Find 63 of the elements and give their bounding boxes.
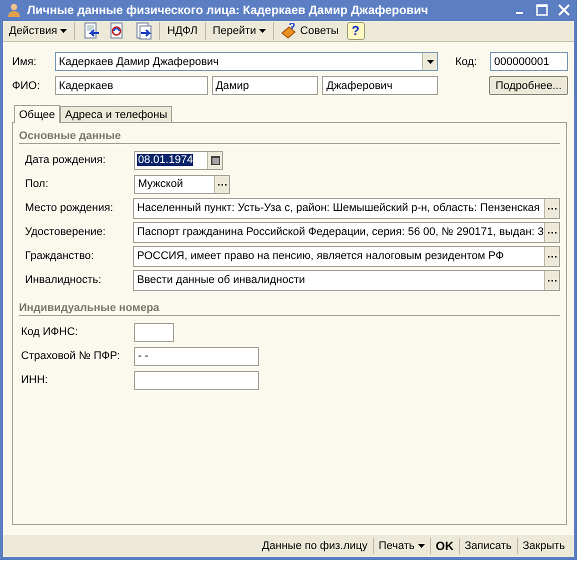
- section-header: Индивидуальные номера: [19, 300, 560, 316]
- tab[interactable]: Адреса и телефоны: [60, 106, 172, 122]
- ellipsis-button[interactable]: [214, 176, 229, 192]
- menu-button[interactable]: Перейти: [210, 22, 270, 39]
- person-icon: [6, 2, 22, 18]
- field-label: Пол:: [25, 178, 50, 190]
- input-field[interactable]: Паспорт гражданина Российской Федерации, серия: 56 00, № 290171, выдан: 3: [132, 222, 560, 242]
- window-title: Личные данные физического лица: Кадеркаев Дамир Джаферович: [27, 3, 430, 18]
- caret-icon: [60, 28, 68, 33]
- maximize-icon[interactable]: [536, 4, 548, 16]
- close-icon[interactable]: [558, 4, 570, 16]
- menu-button[interactable]: Действия: [6, 22, 70, 39]
- caret-icon: [418, 544, 425, 548]
- field-label: Код:: [455, 56, 478, 68]
- ellipsis-button[interactable]: [544, 222, 559, 242]
- footer-button[interactable]: Записать: [460, 538, 517, 554]
- ellipsis-button[interactable]: [544, 270, 559, 290]
- input-field[interactable]: - -: [134, 346, 259, 366]
- name-field[interactable]: Кадеркаев Дамир Джаферович: [54, 52, 438, 71]
- input-field[interactable]: Населенный пункт: Усть-Уза с, район: Шемышейский р-н, область: Пензенская: [132, 198, 560, 218]
- menu-button[interactable]: Печать: [374, 538, 430, 554]
- input-field[interactable]: РОССИЯ, имеет право на пенсию, является налоговым резидентом РФ: [132, 246, 560, 266]
- field-label: Место рождения:: [25, 202, 114, 214]
- footer-button[interactable]: OK: [430, 537, 459, 555]
- field-label: Удостоверение:: [25, 226, 107, 238]
- ellipsis-button[interactable]: [544, 246, 559, 266]
- field-label: ИНН:: [21, 374, 49, 386]
- input-field[interactable]: Мужской: [134, 174, 230, 194]
- calendar-icon: [210, 156, 220, 164]
- field-label: Дата рождения:: [25, 154, 107, 166]
- ellipsis-icon: [548, 230, 556, 234]
- input-field[interactable]: [134, 370, 259, 390]
- footer-button[interactable]: Данные по физ.лицу: [256, 538, 373, 554]
- field-label: Код ИФНС:: [21, 326, 79, 338]
- code-field[interactable]: 000000001: [490, 52, 568, 71]
- name-part-field[interactable]: Дамир: [212, 76, 318, 95]
- input-field[interactable]: [134, 322, 174, 342]
- field-label: Страховой № ПФР:: [21, 350, 122, 362]
- caret-icon: [426, 60, 434, 64]
- field-label: Имя:: [12, 56, 38, 68]
- help-button[interactable]: ?: [346, 22, 365, 40]
- input-field[interactable]: 08.01.1974: [134, 150, 223, 170]
- field-label: Гражданство:: [25, 250, 95, 262]
- field-label: Инвалидность:: [25, 274, 102, 286]
- caret-icon: [259, 28, 266, 33]
- name-part-field[interactable]: Джаферович: [322, 76, 438, 95]
- ellipsis-icon: [548, 206, 556, 210]
- book-icon: [281, 22, 298, 39]
- toolbar-button[interactable]: НДФЛ: [164, 22, 201, 39]
- ellipsis-icon: [548, 278, 556, 282]
- ellipsis-button[interactable]: [544, 198, 559, 218]
- ellipsis-icon: [218, 182, 226, 186]
- details-button[interactable]: Подробнее...: [489, 76, 568, 95]
- dropdown-button[interactable]: [422, 53, 438, 70]
- footer-button[interactable]: Закрыть: [518, 538, 570, 554]
- tab[interactable]: Общее: [14, 105, 60, 123]
- ellipsis-icon: [548, 254, 556, 258]
- section-header: Основные данные: [19, 128, 560, 144]
- calendar-button[interactable]: [207, 152, 222, 168]
- name-part-field[interactable]: Кадеркаев: [54, 76, 208, 95]
- field-label: ФИО:: [12, 80, 41, 92]
- input-field[interactable]: Ввести данные об инвалидности: [132, 270, 560, 290]
- tips-button[interactable]: Советы: [278, 20, 342, 41]
